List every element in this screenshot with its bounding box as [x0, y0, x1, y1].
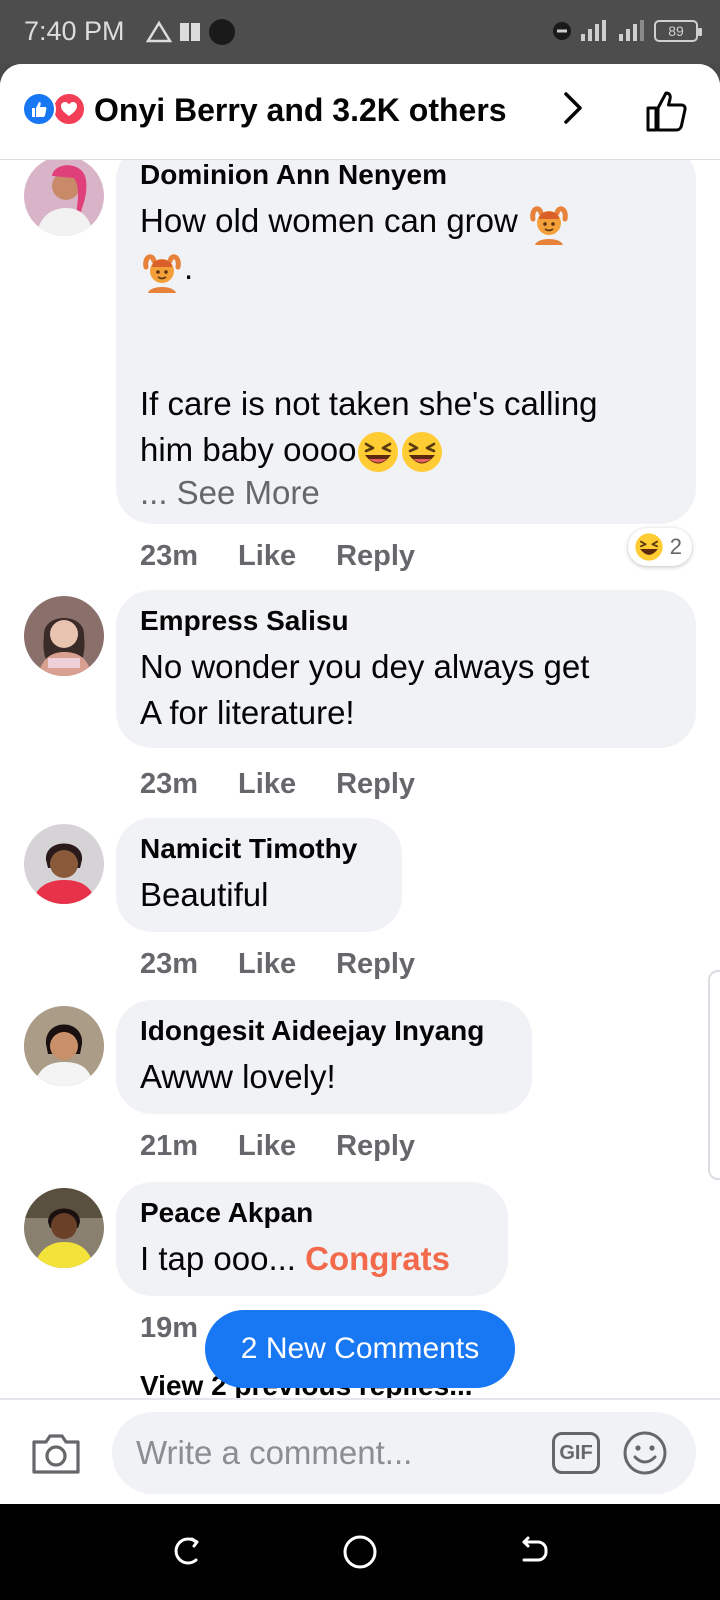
- system-nav-bar: [0, 1504, 720, 1600]
- warning-icon: [146, 20, 172, 43]
- like-button[interactable]: Like: [238, 1130, 296, 1163]
- comment-actions: 23m Like Reply: [140, 948, 415, 981]
- comment-text: If care is not taken she's calling: [140, 384, 598, 422]
- love-reaction-icon: [52, 92, 86, 126]
- avatar[interactable]: [24, 824, 104, 904]
- circle-icon: [209, 19, 235, 45]
- comment-bubble[interactable]: Idongesit Aideejay Inyang Awww lovely!: [116, 1000, 532, 1114]
- comment-author[interactable]: Namicit Timothy: [140, 832, 378, 866]
- signal-icon: [581, 20, 606, 41]
- comment-text: Awww lovely!: [140, 1058, 336, 1095]
- comment-author[interactable]: Peace Akpan: [140, 1196, 484, 1230]
- comment-bubble[interactable]: Empress Salisu No wonder you dey always …: [116, 590, 696, 748]
- home-icon[interactable]: [342, 1534, 378, 1570]
- reaction-count: 2: [669, 534, 682, 559]
- side-handle[interactable]: [708, 970, 720, 1180]
- avatar[interactable]: [24, 1188, 104, 1268]
- comment-time: 23m: [140, 540, 199, 572]
- comment-actions: 19m: [140, 1312, 198, 1345]
- back-icon[interactable]: [516, 1534, 550, 1568]
- comment-input[interactable]: Write a comment... GIF: [112, 1412, 696, 1494]
- do-not-disturb-icon: [553, 22, 571, 40]
- camera-icon[interactable]: [30, 1430, 82, 1476]
- comment-text: How old women can grow: [140, 202, 518, 239]
- see-more-link[interactable]: ... See More: [140, 474, 672, 512]
- comment-reaction-badge[interactable]: 2: [627, 528, 692, 566]
- status-notification-icons: [146, 18, 236, 46]
- person-gesturing-ok-icon: [530, 206, 568, 246]
- comment-author[interactable]: Idongesit Aideejay Inyang: [140, 1014, 508, 1048]
- comment-text: Beautiful: [140, 876, 269, 913]
- comment-text: .: [184, 249, 194, 287]
- battery-icon: 89: [654, 20, 702, 42]
- like-button[interactable]: Like: [238, 948, 296, 981]
- congrats-highlight: Congrats: [305, 1240, 450, 1277]
- status-bar: 7:40 PM 89: [0, 0, 720, 64]
- comment-bubble[interactable]: Peace Akpan I tap ooo... Congrats: [116, 1182, 508, 1296]
- reactions-summary[interactable]: Onyi Berry and 3.2K others: [94, 92, 507, 129]
- like-button[interactable]: Like: [238, 540, 296, 573]
- like-button[interactable]: Like: [238, 768, 296, 801]
- status-time: 7:40 PM: [24, 16, 125, 46]
- comment-author[interactable]: Dominion Ann Nenyem: [140, 158, 672, 192]
- gif-button[interactable]: GIF: [552, 1432, 600, 1474]
- status-system-icons: 89: [552, 20, 702, 42]
- comments-sheet: Onyi Berry and 3.2K others Dominion Ann …: [0, 64, 720, 1504]
- comment-text: I tap ooo...: [140, 1240, 296, 1277]
- avatar[interactable]: [24, 596, 104, 676]
- recent-apps-icon[interactable]: [170, 1534, 204, 1568]
- new-comments-button[interactable]: 2 New Comments: [205, 1310, 515, 1388]
- reply-button[interactable]: Reply: [336, 768, 415, 801]
- comment-text: him baby oooo: [140, 430, 357, 468]
- comment-actions: 21m Like Reply: [140, 1130, 415, 1163]
- comment-actions: 23m Like Reply: [140, 768, 415, 801]
- like-reaction-icon: [22, 92, 56, 126]
- reactions-header[interactable]: Onyi Berry and 3.2K others: [0, 64, 720, 160]
- comment-time: 21m: [140, 1130, 199, 1162]
- haha-reaction-icon: [635, 533, 663, 561]
- person-gesturing-ok-icon: [143, 253, 181, 293]
- reply-button[interactable]: Reply: [336, 1130, 415, 1163]
- avatar[interactable]: [24, 156, 104, 236]
- comment-time: 23m: [140, 948, 199, 980]
- chevron-right-icon[interactable]: [562, 90, 586, 126]
- comment-input-placeholder[interactable]: Write a comment...: [136, 1434, 412, 1472]
- laughing-face-icon: [402, 431, 443, 472]
- comment-bubble[interactable]: Namicit Timothy Beautiful: [116, 818, 402, 932]
- comment-time: 19m: [140, 1312, 199, 1344]
- like-icon[interactable]: [644, 88, 690, 134]
- comment-text: No wonder you dey always get: [140, 648, 590, 685]
- comment-time: 23m: [140, 768, 199, 800]
- signal-icon-2: [619, 20, 644, 41]
- reaction-icons: [22, 92, 88, 126]
- comment-text: A for literature!: [140, 694, 355, 731]
- media-icon: [180, 23, 200, 41]
- avatar[interactable]: [24, 1006, 104, 1086]
- emoji-icon[interactable]: [622, 1430, 668, 1476]
- reply-button[interactable]: Reply: [336, 540, 415, 573]
- comment-actions: 23m Like Reply: [140, 540, 415, 573]
- comment-composer: Write a comment... GIF: [0, 1398, 720, 1504]
- laughing-face-icon: [358, 431, 399, 472]
- comment-bubble[interactable]: Dominion Ann Nenyem How old women can gr…: [116, 144, 696, 524]
- reply-button[interactable]: Reply: [336, 948, 415, 981]
- comment-author[interactable]: Empress Salisu: [140, 604, 672, 638]
